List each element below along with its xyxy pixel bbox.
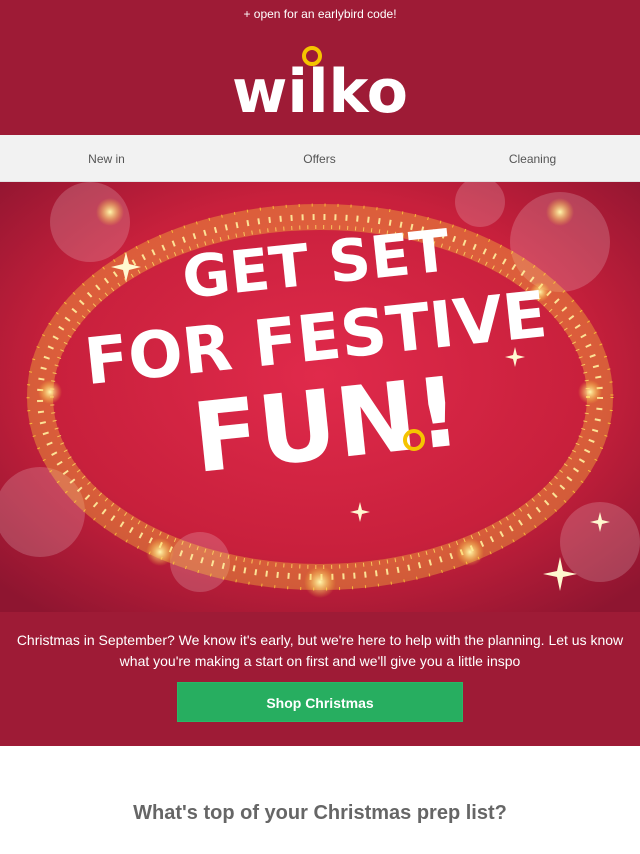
shop-christmas-button[interactable]: Shop Christmas xyxy=(177,682,463,722)
nav-item-new-in[interactable]: New in xyxy=(0,152,213,166)
nav-bar: New in Offers Cleaning xyxy=(0,135,640,182)
intro-section: Christmas in September? We know it's ear… xyxy=(0,612,640,746)
logo-wordmark: wilko xyxy=(232,57,408,120)
preheader-text: + open for an earlybird code! xyxy=(243,7,397,21)
hero-banner[interactable]: GET SET FOR FESTIVE FUN! xyxy=(0,182,640,612)
nav-item-cleaning[interactable]: Cleaning xyxy=(426,152,639,166)
header-band: + open for an earlybird code! wilko xyxy=(0,0,640,135)
intro-text: Christmas in September? We know it's ear… xyxy=(16,632,624,669)
nav-item-offers[interactable]: Offers xyxy=(213,152,426,166)
section-title: What's top of your Christmas prep list? xyxy=(133,802,507,824)
wilko-logo[interactable]: wilko xyxy=(0,44,640,120)
